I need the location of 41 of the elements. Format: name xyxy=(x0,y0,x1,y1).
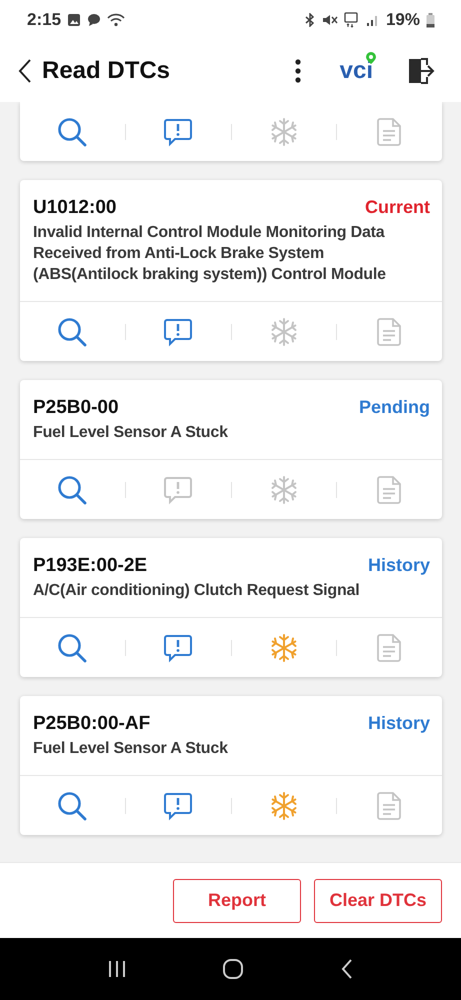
more-menu-icon[interactable] xyxy=(294,58,302,84)
bluetooth-icon xyxy=(304,13,316,27)
battery-icon xyxy=(426,12,435,28)
back-icon[interactable] xyxy=(340,958,353,980)
clock-time: 2:15 xyxy=(27,10,62,30)
dtc-code: P193E:00-2E xyxy=(33,555,148,577)
network-icon xyxy=(344,12,360,28)
page-title: Read DTCs xyxy=(42,57,172,85)
image-icon xyxy=(67,13,82,27)
exit-door-icon[interactable] xyxy=(407,57,435,85)
dtc-description: Fuel Level Sensor A Stuck xyxy=(33,739,229,759)
search-icon[interactable] xyxy=(56,790,88,822)
back-button[interactable] xyxy=(18,58,32,84)
mute-icon xyxy=(322,13,338,27)
dtc-description: Fuel Level Sensor A Stuck xyxy=(33,423,229,443)
speech-bubble-icon[interactable] xyxy=(163,116,194,146)
signal-icon xyxy=(366,13,380,27)
clear-dtcs-button[interactable]: Clear DTCs xyxy=(314,878,442,922)
vci-logo[interactable]: vci xyxy=(340,53,373,89)
speech-bubble-icon[interactable] xyxy=(163,632,194,662)
dtc-status: History xyxy=(368,713,430,734)
dtc-code: P25B0-00 xyxy=(33,397,119,419)
dtc-status: Current xyxy=(364,197,430,218)
recent-apps-icon[interactable] xyxy=(108,960,126,978)
battery-percentage: 19% xyxy=(386,10,420,30)
speech-bubble-icon[interactable] xyxy=(163,316,194,346)
search-icon[interactable] xyxy=(56,316,88,348)
dtc-description: A/C(Air conditioning) Clutch Request Signal xyxy=(33,581,361,601)
report-button[interactable]: Report xyxy=(173,878,301,922)
search-icon[interactable] xyxy=(56,474,88,506)
chat-icon xyxy=(87,13,102,27)
dtc-status: Pending xyxy=(359,397,430,418)
speech-bubble-icon[interactable] xyxy=(163,790,194,820)
home-icon[interactable] xyxy=(222,958,244,980)
wifi-icon xyxy=(107,13,126,27)
dtc-code: U1012:00 xyxy=(33,197,116,219)
dtc-description: Invalid Internal Control Module Monitoring Data Received from Anti-Lock Brake System (ABS(Antilock braking system)) Control Module xyxy=(33,223,387,285)
search-icon[interactable] xyxy=(56,116,88,148)
dtc-code: P25B0:00-AF xyxy=(33,713,150,735)
search-icon[interactable] xyxy=(56,632,88,664)
dtc-status: History xyxy=(368,555,430,576)
